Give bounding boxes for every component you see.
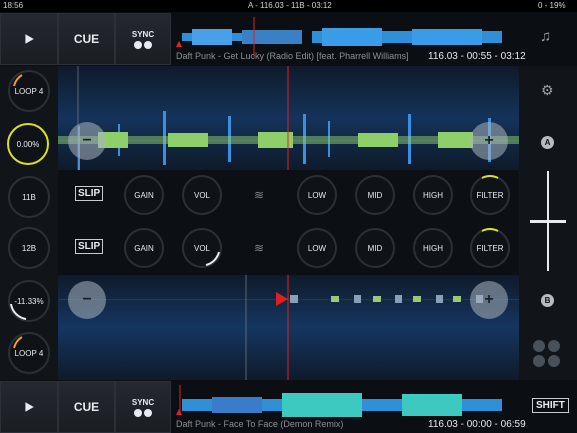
deck-a-track-info: 116.03 - 00:55 - 03:12 [428, 51, 526, 62]
deck-a-gain-knob[interactable]: GAIN [124, 175, 164, 215]
deck-b-vol-knob[interactable]: VOL [182, 228, 222, 268]
deck-b-low-knob[interactable]: LOW [297, 228, 337, 268]
deck-a-cue-button[interactable]: CUE [58, 13, 115, 65]
deck-a-loop-knob[interactable]: LOOP 4 [8, 70, 50, 112]
deck-a-vol-knob[interactable]: VOL [182, 175, 222, 215]
deck-b-cue-button[interactable]: CUE [58, 381, 115, 433]
deck-b-nudge-plus-button[interactable]: + [470, 281, 508, 319]
deck-a-play-button[interactable] [0, 13, 58, 65]
sync-label: SYNC [131, 397, 155, 407]
deck-a-sync-button[interactable]: SYNC [115, 13, 171, 65]
deck-b-track-info: 116.03 - 00:00 - 06:59 [428, 419, 526, 430]
deck-b-slip-button[interactable]: SLIP [75, 239, 104, 254]
sync-dots-icon [134, 408, 152, 417]
status-deck-info: A - 116.03 - 11B - 03:12 [248, 1, 332, 10]
music-note-icon[interactable]: ♫ [540, 28, 551, 45]
deck-a-low-knob[interactable]: LOW [297, 175, 337, 215]
play-icon [25, 402, 34, 412]
deck-a-wave-graphic [58, 66, 519, 170]
deck-b-pitch-knob[interactable]: -11.33% [8, 280, 50, 322]
deck-a-nudge-plus-button[interactable]: + [470, 122, 508, 160]
deck-a-pitch-knob[interactable]: 0.00% [7, 123, 49, 165]
deck-b-key-knob[interactable]: 12B [8, 227, 50, 269]
deck-a-nudge-minus-button[interactable]: − [68, 122, 106, 160]
deck-b-mid-knob[interactable]: MID [355, 228, 395, 268]
deck-b-sync-button[interactable]: SYNC [115, 381, 171, 433]
deck-b-track-title: Daft Punk - Face To Face (Demon Remix) [176, 419, 344, 429]
deck-a-slip-button[interactable]: SLIP [75, 186, 104, 201]
deck-b-wave-graphic [58, 275, 519, 380]
play-icon [25, 34, 34, 44]
deck-b-filter-knob[interactable]: FILTER [470, 228, 510, 268]
deck-a-waveform[interactable]: − + [58, 66, 519, 170]
deck-b-badge: B [541, 294, 554, 307]
deck-a-fx-row: SLIP GAIN VOL ≋ LOW MID HIGH FILTER [58, 170, 519, 222]
gear-icon[interactable]: ⚙ [541, 82, 554, 99]
deck-b-high-knob[interactable]: HIGH [413, 228, 453, 268]
deck-b-play-button[interactable] [0, 381, 58, 433]
crossfader-icon[interactable] [530, 171, 566, 271]
wave-icon: ≋ [254, 241, 265, 255]
deck-b-fx-row: SLIP GAIN VOL ≋ LOW MID HIGH FILTER [58, 222, 519, 275]
pads-grid-icon[interactable] [533, 340, 561, 368]
deck-a-mid-knob[interactable]: MID [355, 175, 395, 215]
deck-a-key-knob[interactable]: 11B [8, 176, 50, 218]
wave-icon: ≋ [254, 188, 265, 202]
status-bar: 18:56 A - 116.03 - 11B - 03:12 0 - 19% [0, 0, 577, 12]
shift-button[interactable]: SHIFT [532, 398, 569, 413]
deck-b-overview-waveform[interactable]: Daft Punk - Face To Face (Demon Remix) 1… [172, 381, 526, 433]
status-battery: 0 - 19% [538, 1, 566, 10]
deck-a-filter-knob[interactable]: FILTER [470, 175, 510, 215]
deck-b-gain-knob[interactable]: GAIN [124, 228, 164, 268]
deck-b-loop-knob[interactable]: LOOP 4 [8, 332, 50, 374]
deck-a-high-knob[interactable]: HIGH [413, 175, 453, 215]
deck-b-nudge-minus-button[interactable]: − [68, 281, 106, 319]
sync-label: SYNC [131, 29, 155, 39]
deck-b-waveform[interactable]: − + [58, 275, 519, 380]
deck-a-track-title: Daft Punk - Get Lucky (Radio Edit) [feat… [176, 51, 409, 61]
sync-dots-icon [134, 40, 152, 49]
deck-a-overview-waveform[interactable]: Daft Punk - Get Lucky (Radio Edit) [feat… [172, 13, 526, 65]
deck-a-badge: A [541, 136, 554, 149]
status-time: 18:56 [3, 1, 24, 10]
